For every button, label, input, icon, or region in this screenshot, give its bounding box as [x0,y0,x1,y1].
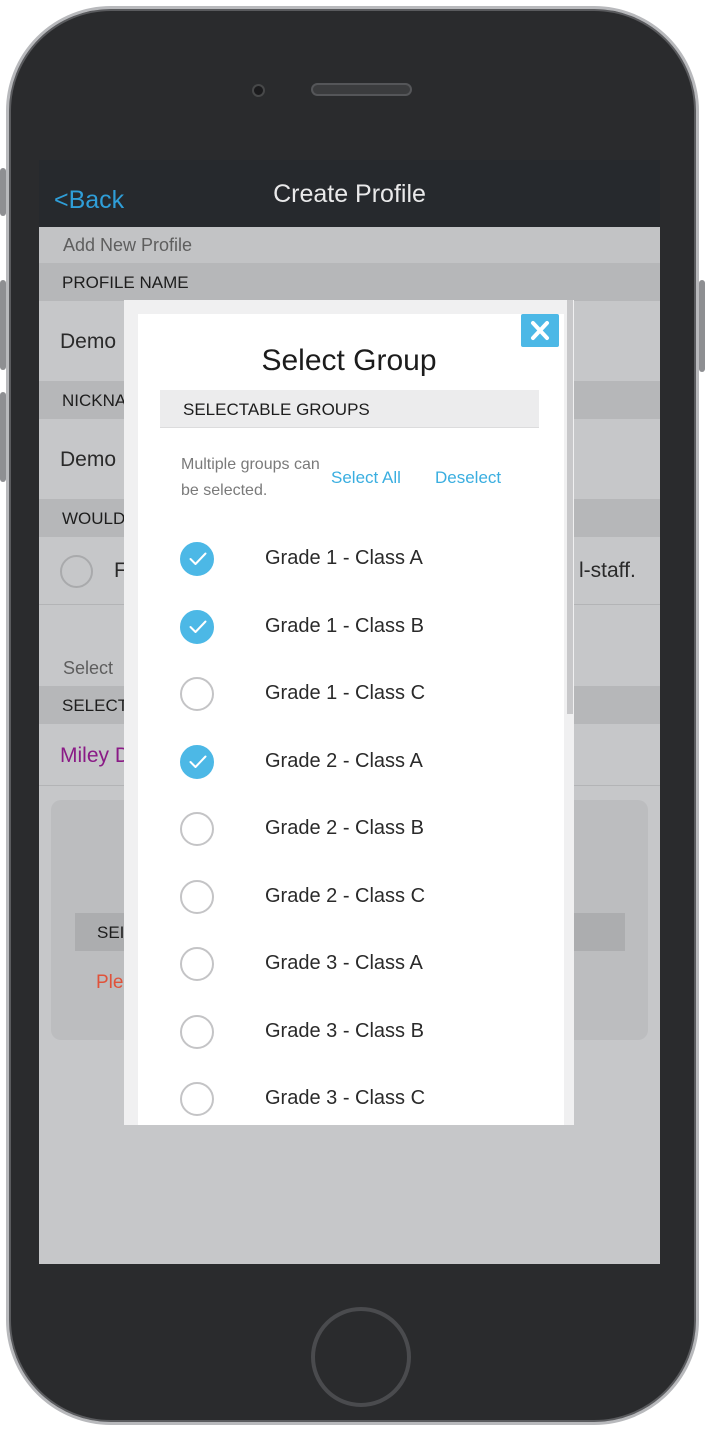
power-button [699,280,705,372]
group-checkbox[interactable] [180,879,214,914]
group-row[interactable]: Grade 2 - Class C [164,868,534,928]
would-label: WOULD [62,509,126,528]
earpiece-speaker [311,83,412,96]
group-label: Grade 2 - Class B [265,817,424,839]
profile-name-label: PROFILE NAME [62,273,189,292]
group-row[interactable]: Grade 2 - Class B [164,800,534,860]
group-row[interactable]: Grade 1 - Class C [164,665,534,725]
group-row[interactable]: Grade 1 - Class A [164,530,534,590]
section-header-row: Add New Profile [39,227,660,263]
staff-option-radio[interactable] [60,555,93,588]
volume-down-button [0,392,6,482]
group-label: Grade 2 - Class A [265,749,423,772]
close-button[interactable] [521,314,559,347]
staff-option-suffix: l-staff. [579,559,636,582]
select-label: SELECT [62,696,129,715]
group-checkbox[interactable] [180,812,214,846]
select-group-dialog: Select Group SELECTABLE GROUPS Multiple … [124,300,574,1125]
group-checkbox[interactable] [180,677,214,711]
select-all-button[interactable]: Select All [331,468,401,488]
profile-name-value: Demo [60,330,117,353]
group-row[interactable]: Grade 3 - Class C [164,1070,534,1125]
section-title: Add New Profile [63,235,193,255]
navigation-bar: <Back Create Profile [39,160,660,227]
selected-person-name: Miley D [60,744,131,767]
group-label: Grade 3 - Class B [265,1019,424,1042]
selectable-groups-label: SELECTABLE GROUPS [183,400,370,419]
nickname-label: NICKNA [62,391,127,410]
select-caption: Select [63,658,114,678]
group-row[interactable]: Grade 1 - Class B [164,598,534,658]
group-checkbox[interactable] [180,1014,214,1049]
multiple-selection-hint: Multiple groups can be selected. [181,456,320,499]
group-checkbox-checked[interactable] [180,744,214,779]
group-row[interactable]: Grade 3 - Class B [164,1003,534,1063]
group-checkbox-checked[interactable] [180,542,214,576]
inner-card-label: SEI [97,923,125,942]
checkmark-icon [189,552,207,565]
group-label: Grade 2 - Class C [265,884,426,907]
group-row[interactable]: Grade 2 - Class A [164,733,534,793]
group-checkbox[interactable] [180,1082,214,1116]
group-label: Grade 3 - Class C [265,1087,426,1109]
group-label: Grade 1 - Class C [265,682,426,704]
nickname-value: Demo [60,448,117,471]
close-icon [531,321,549,340]
group-row[interactable]: Grade 3 - Class A [164,935,534,995]
checkmark-icon [189,620,207,633]
mute-switch [0,168,6,216]
checkmark-icon [189,755,207,768]
warning-text: Ple [96,972,124,993]
home-button[interactable] [311,1307,411,1407]
group-label: Grade 3 - Class A [265,952,423,974]
front-camera [252,84,265,97]
group-label: Grade 1 - Class B [265,614,424,637]
profile-name-label-row: PROFILE NAME [39,263,660,301]
deselect-button[interactable]: Deselect [435,468,501,488]
group-checkbox-checked[interactable] [180,609,214,644]
page-title: Create Profile [273,180,426,208]
group-checkbox[interactable] [180,947,214,981]
selectable-groups-header: SELECTABLE GROUPS [160,390,539,428]
dialog-title: Select Group [261,344,437,377]
app-screen: <Back Create Profile Add New Profile PRO… [39,160,660,1264]
group-label: Grade 1 - Class A [265,547,423,569]
volume-up-button [0,280,6,370]
